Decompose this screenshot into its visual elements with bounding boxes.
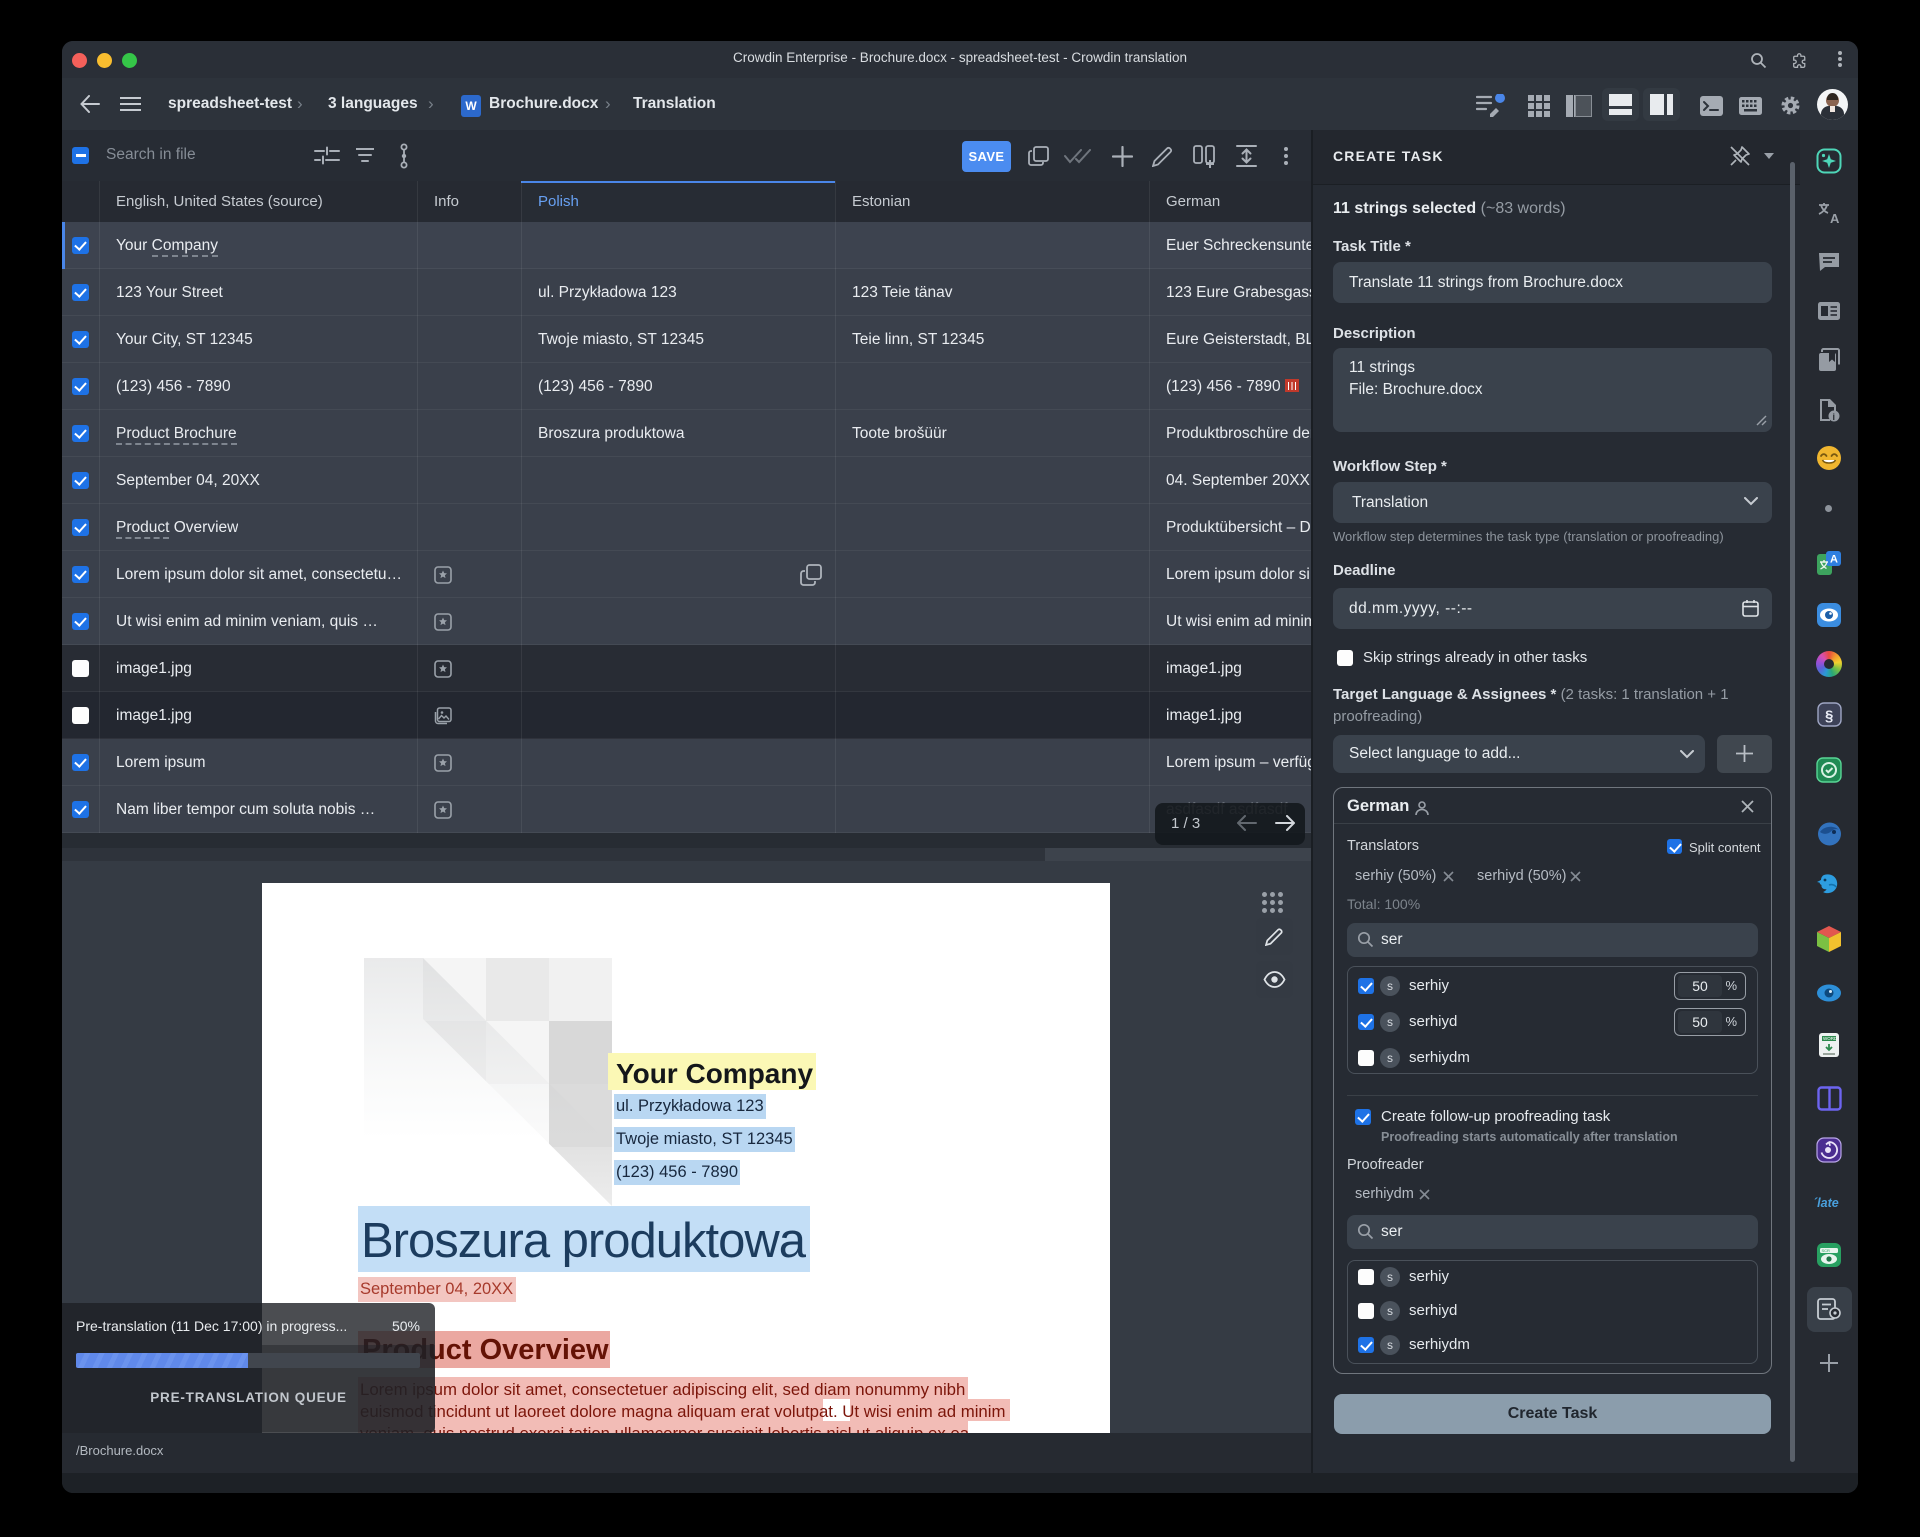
svg-text:A: A xyxy=(1830,211,1840,225)
svg-text:SCR: SCR xyxy=(1822,1248,1831,1253)
svg-text:i: i xyxy=(1833,412,1836,422)
svg-text:A: A xyxy=(1830,554,1838,566)
svg-text:WORD: WORD xyxy=(1823,1036,1838,1041)
svg-text:§: § xyxy=(1825,708,1833,725)
